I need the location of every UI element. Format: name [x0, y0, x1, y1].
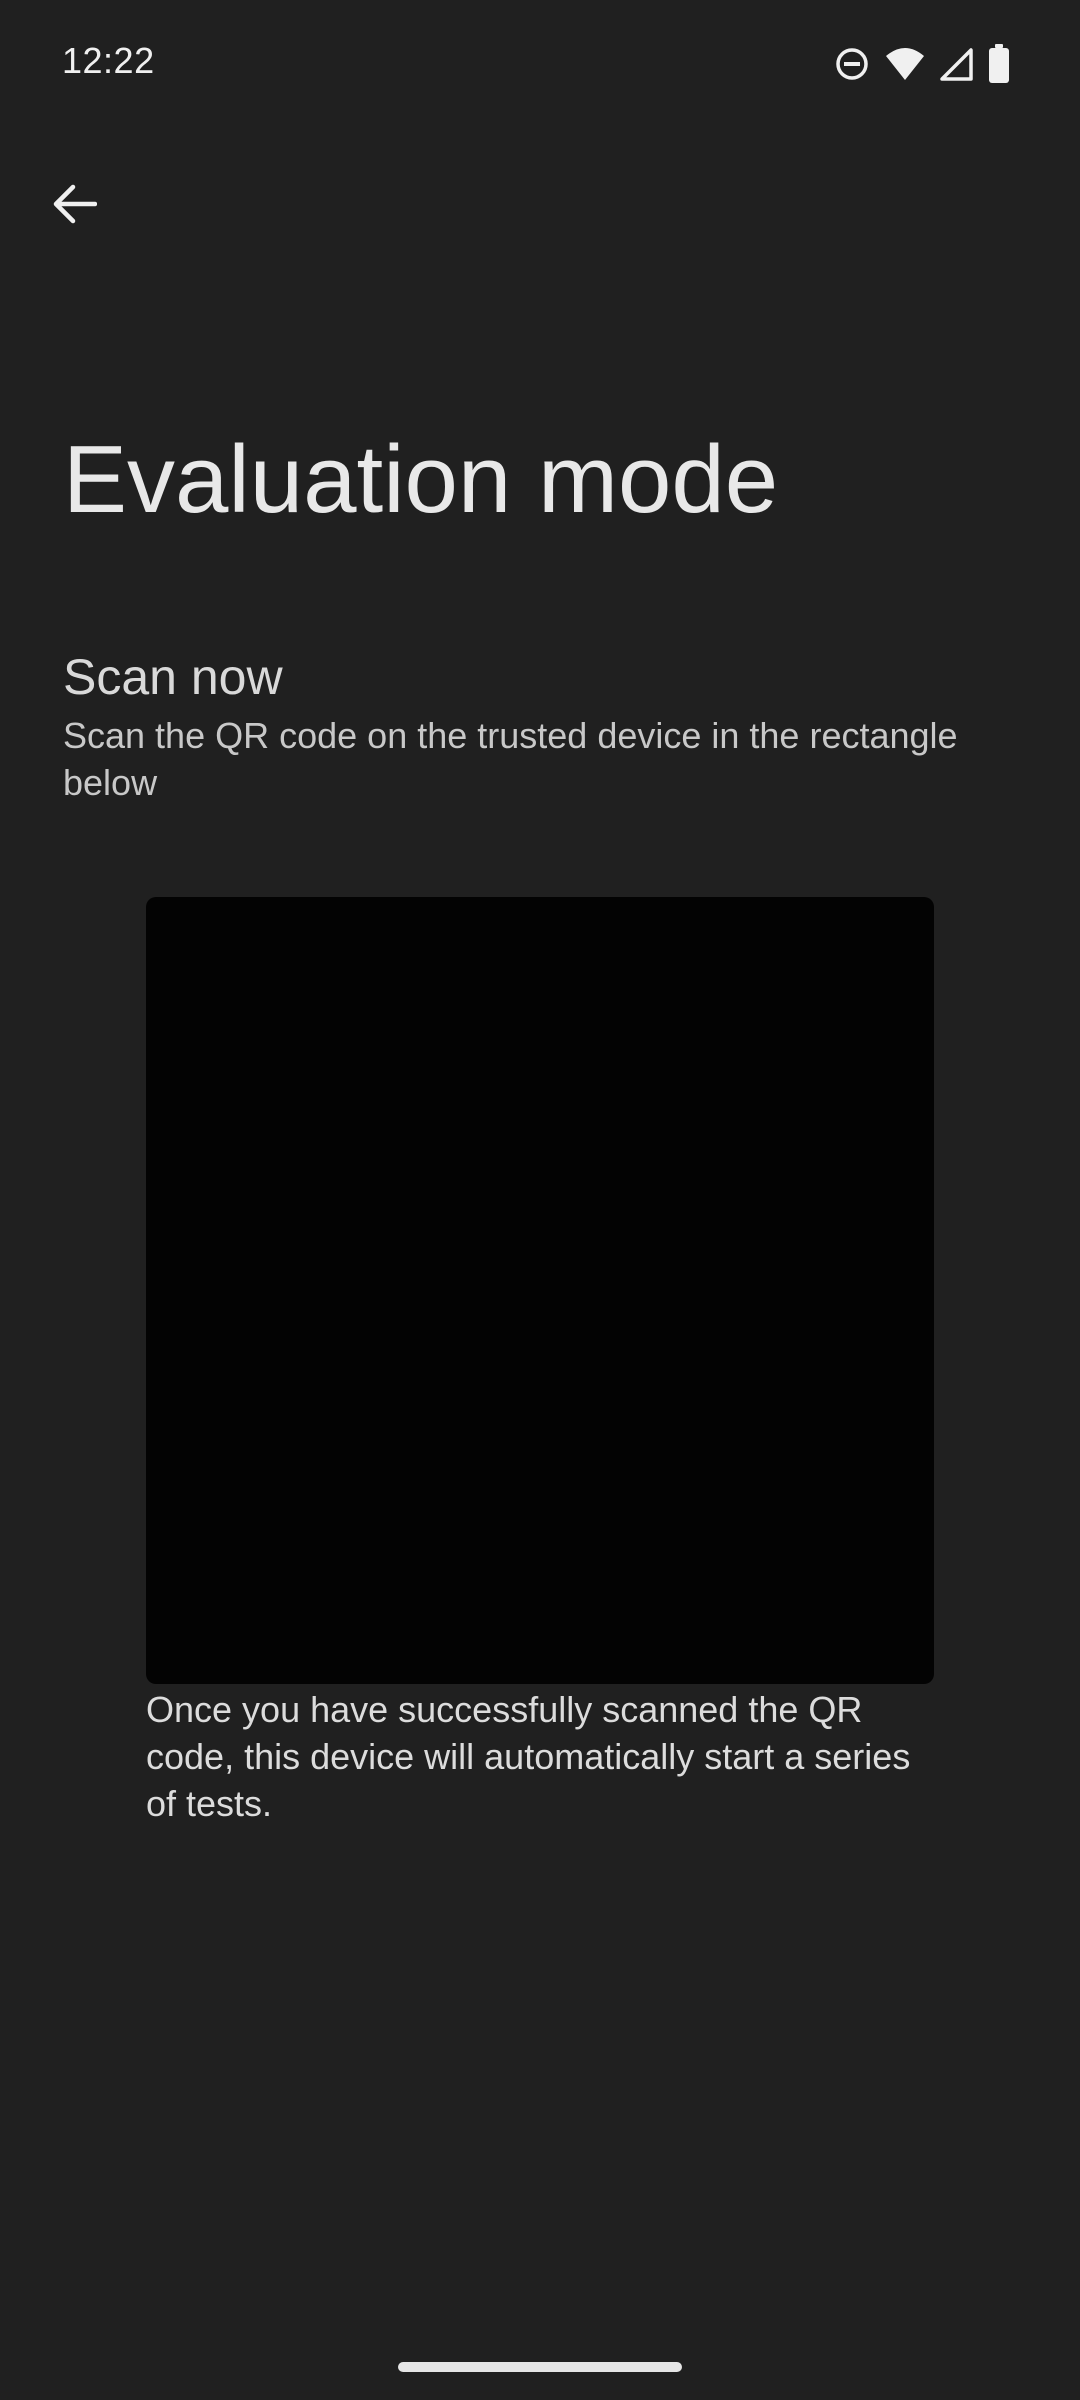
- status-time: 12:22: [62, 40, 155, 81]
- page-title: Evaluation mode: [63, 426, 779, 533]
- wifi-icon: [884, 46, 926, 82]
- status-icons: [834, 44, 1010, 84]
- cell-signal-icon: [940, 46, 974, 82]
- battery-icon: [988, 44, 1010, 84]
- gesture-navigation-bar[interactable]: [398, 2362, 682, 2372]
- qr-camera-viewfinder[interactable]: [146, 897, 934, 1684]
- status-bar: 12:22: [0, 0, 1080, 128]
- do-not-disturb-icon: [834, 46, 870, 82]
- arrow-left-icon: [51, 184, 98, 229]
- scan-footer-text: Once you have successfully scanned the Q…: [146, 1689, 911, 1824]
- section-heading: Scan now: [63, 649, 283, 705]
- back-button[interactable]: [34, 166, 114, 246]
- section-description: Scan the QR code on the trusted device i…: [63, 715, 958, 803]
